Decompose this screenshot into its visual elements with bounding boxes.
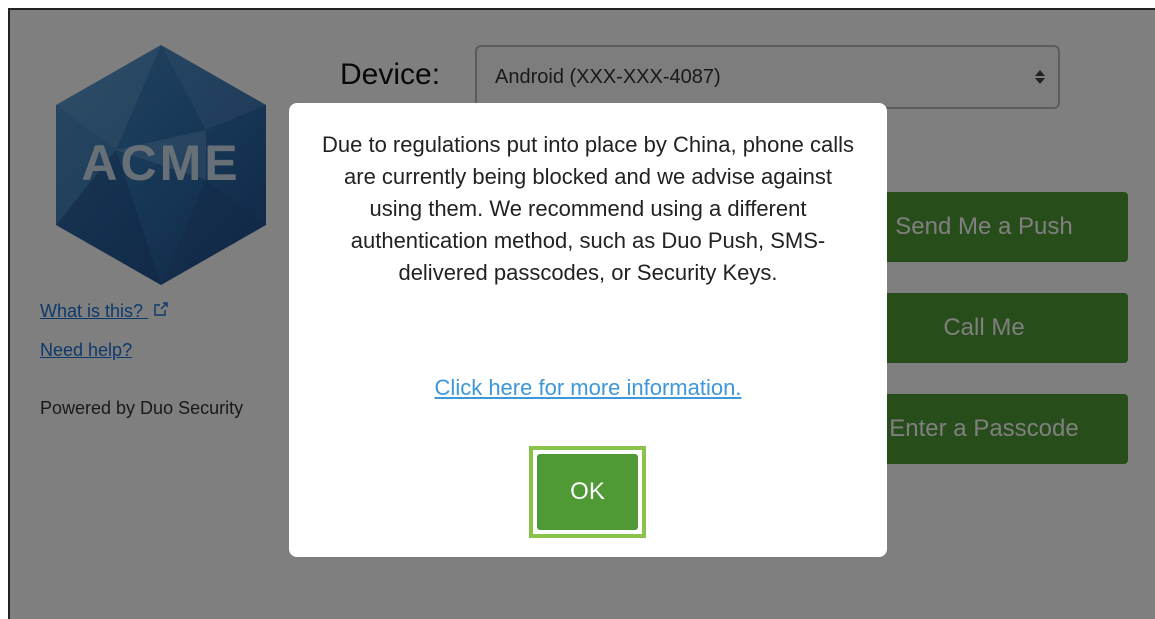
duo-prompt-frame: ACME What is this? Need help? Powered by…	[8, 8, 1155, 619]
modal-message: Due to regulations put into place by Chi…	[321, 132, 854, 285]
ok-button[interactable]: OK	[537, 454, 638, 530]
warning-modal: Due to regulations put into place by Chi…	[289, 103, 887, 557]
more-information-link[interactable]: Click here for more information.	[289, 375, 887, 401]
ok-button-focus-ring: OK	[529, 446, 646, 538]
